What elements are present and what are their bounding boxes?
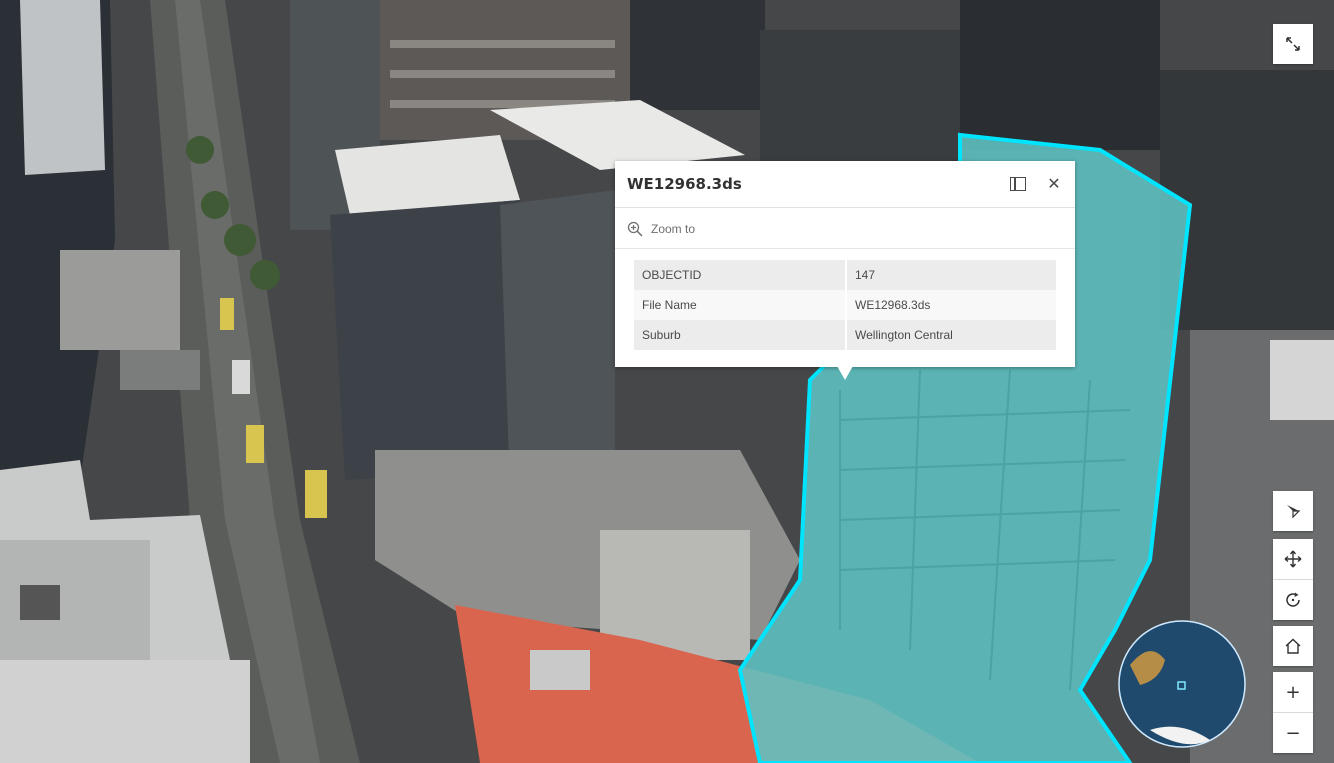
zoom-to-button[interactable]: Zoom to <box>627 220 695 238</box>
attribute-value: 147 <box>846 260 1056 290</box>
table-row: File Name WE12968.3ds <box>634 290 1056 320</box>
attribute-key: Suburb <box>634 320 847 350</box>
table-row: Suburb Wellington Central <box>634 320 1056 350</box>
plus-icon: + <box>1285 681 1301 703</box>
compass-button[interactable] <box>1273 491 1313 531</box>
zoom-out-button[interactable]: − <box>1273 713 1313 753</box>
zoom-in-magnifier-icon <box>627 221 643 237</box>
fullscreen-button[interactable] <box>1273 24 1313 64</box>
popup-actions: Zoom to <box>615 208 1075 249</box>
feature-popup: WE12968.3ds ✕ Zoom to OBJECTID 147 File … <box>615 161 1075 367</box>
map-3d-scene[interactable] <box>0 0 1334 763</box>
popup-title: WE12968.3ds <box>627 175 742 193</box>
home-icon <box>1285 638 1301 654</box>
zoom-to-label: Zoom to <box>651 222 696 236</box>
rotate-button[interactable] <box>1273 580 1313 620</box>
fullscreen-icon <box>1286 37 1300 51</box>
rotate-icon <box>1286 592 1300 607</box>
close-button[interactable]: ✕ <box>1043 173 1065 195</box>
compass-icon <box>1287 505 1301 519</box>
attribute-key: File Name <box>634 290 847 320</box>
attribute-key: OBJECTID <box>634 260 847 290</box>
dock-icon <box>1010 177 1026 191</box>
pan-icon <box>1284 550 1302 568</box>
dock-button[interactable] <box>1005 173 1031 195</box>
table-row: OBJECTID 147 <box>634 260 1056 290</box>
pan-button[interactable] <box>1273 539 1313 579</box>
zoom-in-button[interactable]: + <box>1273 672 1313 712</box>
close-icon: ✕ <box>1047 174 1061 193</box>
attributes-table: OBJECTID 147 File Name WE12968.3ds Subur… <box>634 260 1056 350</box>
home-button[interactable] <box>1273 626 1313 666</box>
popup-header: WE12968.3ds ✕ <box>615 161 1075 208</box>
attribute-value: Wellington Central <box>846 320 1056 350</box>
popup-pointer <box>837 366 853 380</box>
minus-icon: − <box>1285 722 1301 744</box>
attribute-value: WE12968.3ds <box>846 290 1056 320</box>
